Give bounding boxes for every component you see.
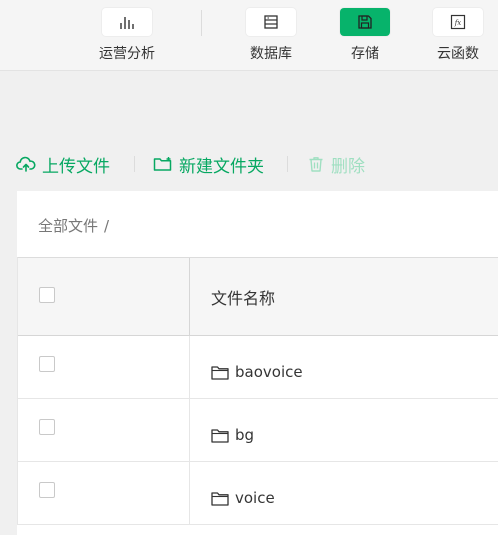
toolbar-label-cloud-function: 云函数 <box>437 46 479 62</box>
file-table: 文件名称 baovoice bg voice <box>17 257 498 525</box>
file-name-link[interactable]: voice <box>235 489 275 507</box>
row-checkbox[interactable] <box>39 482 55 498</box>
analytics-icon-box <box>102 8 152 36</box>
column-header-name: 文件名称 <box>211 288 276 308</box>
new-folder-icon <box>153 157 172 171</box>
table-header-row: 文件名称 <box>18 258 498 336</box>
database-icon-box <box>246 8 296 36</box>
toolbar-item-storage[interactable]: 存储 <box>325 0 405 70</box>
header-check-cell <box>18 258 190 335</box>
row-checkbox[interactable] <box>39 356 55 372</box>
file-name-cell: baovoice <box>190 336 303 398</box>
row-check-cell <box>18 399 190 461</box>
file-name-cell: voice <box>190 462 275 524</box>
storage-icon-box <box>340 8 390 36</box>
select-all-checkbox[interactable] <box>39 287 55 303</box>
file-actions-bar: 上传文件 新建文件夹 删除 <box>16 150 486 178</box>
file-panel: 全部文件 / 文件名称 baovoice bg voice <box>17 191 498 535</box>
row-checkbox[interactable] <box>39 419 55 435</box>
trash-icon <box>309 157 323 172</box>
breadcrumb: 全部文件 / <box>38 215 109 236</box>
storage-icon <box>358 15 372 29</box>
toolbar-item-analytics[interactable]: 运营分析 <box>87 0 167 70</box>
new-folder-label: 新建文件夹 <box>179 156 264 177</box>
database-icon <box>264 15 278 29</box>
file-name-cell: bg <box>190 399 254 461</box>
function-icon-box: fx <box>433 8 483 36</box>
top-toolbar: 运营分析 数据库 存储 fx 云函数 <box>0 0 498 71</box>
file-name-link[interactable]: bg <box>235 426 254 444</box>
folder-icon <box>211 428 229 443</box>
row-check-cell <box>18 462 190 524</box>
folder-icon <box>211 491 229 506</box>
upload-file-label: 上传文件 <box>42 156 110 177</box>
bar-chart-icon <box>120 17 134 29</box>
toolbar-label-database: 数据库 <box>250 46 292 62</box>
file-name-link[interactable]: baovoice <box>235 363 303 381</box>
delete-button[interactable]: 删除 <box>307 150 365 178</box>
breadcrumb-root[interactable]: 全部文件 <box>38 217 98 235</box>
table-row[interactable]: voice <box>18 462 498 525</box>
folder-icon <box>211 365 229 380</box>
toolbar-label-storage: 存储 <box>351 46 379 62</box>
svg-text:fx: fx <box>454 19 462 27</box>
function-icon: fx <box>450 14 466 30</box>
cloud-upload-icon <box>16 156 36 172</box>
toolbar-label-analytics: 运营分析 <box>99 46 155 62</box>
new-folder-button[interactable]: 新建文件夹 <box>153 150 264 178</box>
delete-label: 删除 <box>331 156 365 177</box>
table-row[interactable]: baovoice <box>18 336 498 399</box>
toolbar-item-database[interactable]: 数据库 <box>231 0 311 70</box>
row-check-cell <box>18 336 190 398</box>
breadcrumb-separator: / <box>104 217 110 235</box>
table-row[interactable]: bg <box>18 399 498 462</box>
action-divider <box>134 156 135 172</box>
toolbar-divider <box>201 10 202 36</box>
toolbar-item-cloud-function[interactable]: fx 云函数 <box>418 0 498 70</box>
action-divider <box>287 156 288 172</box>
upload-file-button[interactable]: 上传文件 <box>16 150 110 178</box>
